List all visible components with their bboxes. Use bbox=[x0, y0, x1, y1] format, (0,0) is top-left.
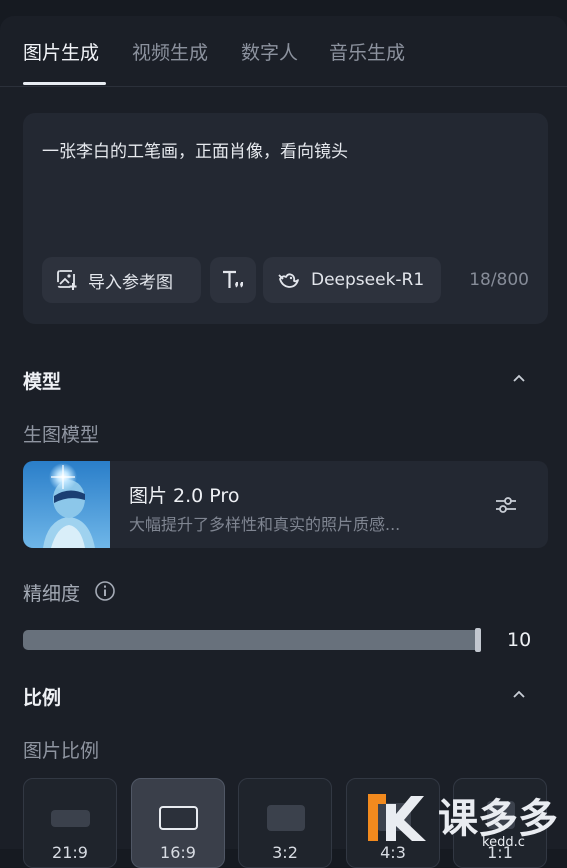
ratio-section-title: 比例 bbox=[23, 687, 62, 709]
watermark-url-text: kedd.c bbox=[482, 835, 525, 849]
active-tab-indicator bbox=[23, 82, 106, 85]
import-reference-button[interactable]: 导入参考图 bbox=[42, 257, 201, 303]
model-thumbnail bbox=[23, 461, 110, 548]
text-format-button[interactable] bbox=[210, 257, 256, 303]
model-card[interactable]: 图片 2.0 Pro 大幅提升了多样性和真实的照片质感... bbox=[23, 461, 548, 548]
deepseek-model-label: Deepseek-R1 bbox=[311, 270, 425, 290]
whale-icon bbox=[278, 273, 299, 288]
ratio-3-2-shape bbox=[267, 805, 305, 831]
tab-image-generation[interactable]: 图片生成 bbox=[23, 38, 99, 65]
ratio-option-21-9[interactable]: 21:9 bbox=[23, 778, 117, 868]
character-counter: 18/800 bbox=[469, 270, 529, 290]
ratio-option-16-9[interactable]: 16:9 bbox=[131, 778, 225, 868]
generation-panel: 图片生成 视频生成 数字人 音乐生成 一张李白的工笔画，正面肖像，看向镜头 导入… bbox=[0, 16, 567, 868]
ratio-16-9-shape bbox=[159, 806, 198, 830]
detail-slider[interactable] bbox=[23, 628, 481, 652]
ratio-21-9-shape bbox=[51, 810, 90, 827]
info-icon[interactable] bbox=[94, 580, 116, 602]
prompt-input-box[interactable]: 一张李白的工笔画，正面肖像，看向镜头 导入参考图 Deepseek-R1 18/… bbox=[23, 113, 548, 324]
detail-slider-fill bbox=[23, 630, 481, 650]
detail-label: 精细度 bbox=[23, 583, 81, 605]
deepseek-model-chip[interactable]: Deepseek-R1 bbox=[263, 257, 441, 303]
chevron-up-icon[interactable] bbox=[510, 369, 528, 387]
import-reference-label: 导入参考图 bbox=[88, 272, 173, 293]
model-section-title: 模型 bbox=[23, 371, 62, 393]
text-format-icon bbox=[223, 270, 243, 288]
ratio-sublabel: 图片比例 bbox=[23, 740, 100, 762]
tab-digital-human[interactable]: 数字人 bbox=[241, 38, 298, 65]
ratio-3-2-label: 3:2 bbox=[272, 843, 298, 862]
tab-bar: 图片生成 视频生成 数字人 音乐生成 bbox=[0, 16, 567, 87]
ratio-21-9-label: 21:9 bbox=[52, 843, 88, 862]
chevron-up-icon[interactable] bbox=[510, 685, 528, 703]
model-sublabel: 生图模型 bbox=[23, 424, 100, 446]
image-add-icon bbox=[57, 270, 77, 290]
watermark-logo: 课多多 kedd.c bbox=[368, 794, 558, 849]
ratio-16-9-label: 16:9 bbox=[160, 843, 196, 862]
model-description: 大幅提升了多样性和真实的照片质感... bbox=[129, 515, 401, 534]
tab-music-generation[interactable]: 音乐生成 bbox=[329, 38, 405, 65]
prompt-text[interactable]: 一张李白的工笔画，正面肖像，看向镜头 bbox=[42, 137, 348, 162]
ratio-option-3-2[interactable]: 3:2 bbox=[238, 778, 332, 868]
detail-slider-thumb[interactable] bbox=[475, 628, 481, 652]
detail-value: 10 bbox=[507, 629, 532, 651]
sliders-settings-icon[interactable] bbox=[493, 492, 519, 518]
model-name: 图片 2.0 Pro bbox=[129, 485, 240, 507]
tab-video-generation[interactable]: 视频生成 bbox=[132, 38, 208, 65]
